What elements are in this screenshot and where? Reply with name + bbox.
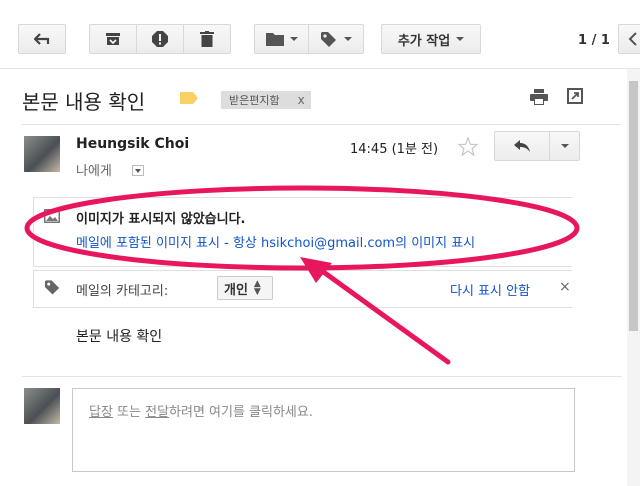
category-label: 메일의 카테고리: [76, 284, 169, 299]
chevron-down-icon [135, 168, 141, 173]
delete-button[interactable] [184, 25, 230, 53]
link-separator: - [219, 236, 233, 251]
archive-icon [106, 33, 120, 45]
dropdown-caret-icon [289, 37, 298, 41]
always-show-images-link[interactable]: 항상 hsikchoi@gmail.com의 이미지 표시 [233, 236, 475, 251]
folder-icon [265, 33, 284, 46]
my-avatar [24, 388, 60, 424]
category-selected: 개인 [224, 282, 248, 298]
print-icon[interactable] [530, 89, 548, 105]
message-body: 본문 내용 확인 [76, 329, 163, 345]
chevron-down-icon [560, 144, 569, 148]
reply-arrow-icon [514, 140, 530, 152]
reply-prompt-box[interactable]: 답장 또는 전달하려면 여기를 클릭하세요. [72, 388, 575, 472]
show-details-button[interactable] [132, 165, 144, 176]
sender-avatar [24, 136, 60, 172]
category-select[interactable]: 개인 ▲ ▼ [217, 276, 273, 300]
dont-show-again-link[interactable]: 다시 표시 안함 [450, 280, 530, 299]
reply-button-group [494, 131, 580, 161]
images-notice-links: 메일에 포함된 이미지 표시 - 항상 hsikchoi@gmail.com의 … [76, 232, 475, 251]
reply-link[interactable]: 답장 [89, 405, 113, 420]
forward-link[interactable]: 전달 [145, 405, 169, 420]
dropdown-caret-icon [344, 37, 352, 41]
chevron-left-icon [628, 32, 637, 46]
body-divider [22, 376, 622, 377]
label-icon [321, 32, 336, 47]
more-reply-options-button[interactable] [550, 132, 579, 160]
more-actions-label: 추가 작업 [397, 33, 451, 49]
back-button[interactable] [18, 24, 66, 54]
new-window-icon[interactable] [567, 88, 583, 104]
reply-suffix-text: 하려면 여기를 클릭하세요. [169, 405, 313, 420]
important-marker-icon[interactable] [180, 92, 198, 104]
newer-button[interactable] [618, 24, 640, 54]
toolbar-divider [0, 68, 640, 69]
reply-button[interactable] [495, 132, 550, 160]
email-subject: 본문 내용 확인 [22, 90, 146, 114]
message-time: 14:45 (1분 전) [350, 142, 439, 157]
report-spam-button[interactable] [137, 25, 184, 53]
more-actions-button[interactable]: 추가 작업 [381, 24, 481, 54]
page-counter: 1 / 1 [578, 33, 610, 48]
delete-icon [200, 31, 214, 47]
scrollbar-track[interactable] [627, 69, 640, 486]
label-chip-text: 받은편지함 [229, 94, 280, 107]
close-category-bar-button[interactable]: × [559, 279, 571, 295]
move-to-button[interactable] [255, 25, 310, 53]
organize-button-group [254, 24, 364, 54]
show-images-link[interactable]: 메일에 포함된 이미지 표시 [76, 236, 220, 251]
header-divider [22, 124, 622, 125]
sender-name[interactable]: Heungsik Choi [76, 136, 189, 152]
reply-prompt-text: 답장 또는 전달하려면 여기를 클릭하세요. [89, 401, 313, 420]
archive-button[interactable] [90, 25, 137, 53]
action-button-group [89, 24, 231, 54]
image-icon [44, 209, 60, 223]
reply-or-text: 또는 [112, 405, 146, 420]
labels-button[interactable] [309, 25, 363, 53]
tag-icon [44, 280, 60, 295]
dropdown-caret-icon [456, 37, 465, 41]
inbox-label-chip[interactable]: 받은편지함 x [221, 91, 311, 109]
images-notice-title: 이미지가 표시되지 않았습니다. [76, 212, 246, 227]
scrollbar-thumb[interactable] [629, 81, 638, 331]
report-spam-icon [152, 31, 168, 47]
recipient-text: 나에게 [76, 164, 112, 179]
star-icon[interactable] [458, 137, 478, 156]
remove-label-button[interactable]: x [298, 93, 305, 107]
up-down-icon: ▲ ▼ [253, 279, 261, 297]
back-arrow-icon [34, 33, 50, 45]
